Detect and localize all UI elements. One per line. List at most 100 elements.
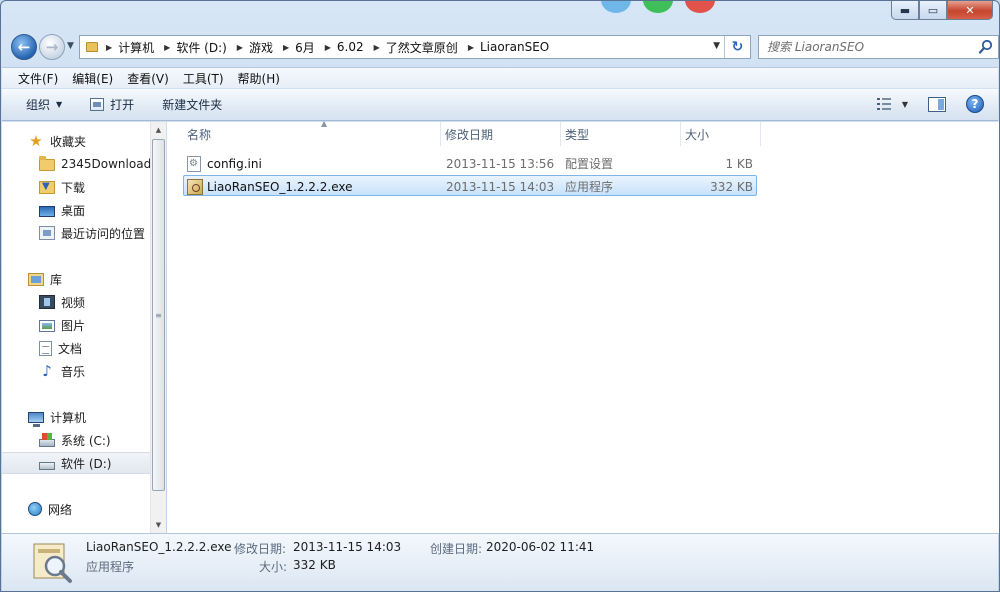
folder-icon [86,42,98,52]
file-row-selected[interactable]: LiaoRanSEO_1.2.2.2.exe 2013-11-15 14:03 … [183,175,757,196]
nav-libraries[interactable]: 库 [2,268,150,290]
details-filetype: 应用程序 [86,560,135,574]
nav-item-pictures[interactable]: 图片 [2,314,150,336]
nav-label: 桌面 [61,203,86,218]
folder-icon [39,156,55,171]
breadcrumb-item[interactable]: ▶ 游戏 [235,39,281,56]
nav-label: 计算机 [50,410,87,425]
nav-item-recent-places[interactable]: 最近访问的位置 [2,222,150,244]
forward-button[interactable]: → [39,34,65,60]
breadcrumb-item[interactable]: ▶ 了然文章原创 [372,39,466,56]
scrollbar-thumb[interactable]: ≡ [152,139,165,491]
scroll-up-icon[interactable]: ▲ [151,122,166,138]
change-view-icon[interactable] [876,97,892,111]
file-type: 应用程序 [565,180,614,194]
nav-label: 下载 [61,180,86,195]
nav-item-drive-c[interactable]: 系统 (C:) [2,429,150,451]
column-headers: 名称 ▲ 修改日期 类型 大小 [183,119,999,146]
music-icon: ♪ [42,362,52,380]
explorer-window: ▬ ▭ ✕ ← → ▼ ▶ 计算机 ▶ 软件 (D:) ▶ 游戏 ▶ 6月 ▶ 6.02 … [0,0,1000,592]
file-date: 2013-11-15 13:56 [446,156,555,171]
new-folder-label: 新建文件夹 [162,98,223,112]
breadcrumb-item[interactable]: ▶ 计算机 [104,39,162,56]
chevron-down-icon: ▼ [56,100,63,109]
nav-item-desktop[interactable]: 桌面 [2,199,150,221]
nav-label: 系统 (C:) [61,433,111,448]
close-icon: ✕ [965,3,975,17]
navigation-scrollbar[interactable]: ▲ ≡ ▼ [150,122,166,533]
library-icon [28,272,44,286]
search-input[interactable] [767,37,977,57]
new-folder-button[interactable]: 新建文件夹 [162,96,222,113]
nav-item-2345downloads[interactable]: 2345Downloads [2,153,150,175]
breadcrumb-label: 游戏 [248,40,273,55]
column-header-label: 修改日期 [445,127,494,142]
minimize-icon: ▬ [899,3,911,17]
column-header-label: 类型 [565,127,590,142]
breadcrumb-label: 软件 (D:) [176,40,227,55]
minimize-button[interactable]: ▬ [891,1,919,20]
breadcrumb-item[interactable]: ▶ 软件 (D:) [162,39,235,56]
refresh-icon: ↻ [731,39,744,55]
search-box[interactable] [758,35,999,59]
desktop-icon [39,205,55,217]
breadcrumb-item[interactable]: ▶ 6.02 [323,40,372,54]
breadcrumb-label: 计算机 [118,40,155,55]
nav-item-drive-d[interactable]: 软件 (D:) [2,452,150,474]
menu-file[interactable]: 文件(F) [18,70,58,87]
refresh-button[interactable]: ↻ [724,36,750,58]
menu-edit[interactable]: 编辑(E) [72,70,113,87]
nav-item-music[interactable]: ♪ 音乐 [2,360,150,382]
background-decoration [601,1,631,13]
title-bar: ▬ ▭ ✕ [1,1,999,29]
nav-item-downloads[interactable]: 下载 [2,176,150,198]
nav-label: 图片 [61,318,86,333]
menu-help[interactable]: 帮助(H) [238,70,280,87]
details-size-label: 大小: [259,560,288,574]
computer-icon [28,412,44,427]
history-dropdown[interactable]: ▼ [67,41,74,51]
column-header-name[interactable]: 名称 ▲ [183,119,441,146]
nav-label: 音乐 [61,364,86,379]
preview-pane-icon[interactable] [928,96,946,112]
menu-tools[interactable]: 工具(T) [183,70,224,87]
file-row[interactable]: config.ini 2013-11-15 13:56 配置设置 1 KB [183,153,757,174]
nav-item-videos[interactable]: 视频 [2,291,150,313]
view-options-dropdown[interactable]: ▼ [902,100,908,109]
address-bar[interactable]: ▶ 计算机 ▶ 软件 (D:) ▶ 游戏 ▶ 6月 ▶ 6.02 ▶ 了然文章原创 ▶ Lia… [79,35,751,59]
nav-network[interactable]: 网络 [2,498,150,520]
organize-label: 组织 [26,98,51,112]
address-history-dropdown[interactable]: ▼ [713,41,720,51]
column-header-label: 大小 [685,127,710,142]
nav-favorites[interactable]: ★ 收藏夹 [2,130,150,152]
file-name: LiaoRanSEO_1.2.2.2.exe [207,179,353,194]
breadcrumb-label: 6月 [295,40,315,55]
breadcrumb-item[interactable]: ▶ LiaoranSEO [466,40,557,54]
system-drive-icon [39,433,55,447]
chevron-right-icon: ▶ [324,42,331,52]
organize-button[interactable]: 组织 ▼ [26,96,62,113]
arrow-right-icon: → [45,38,59,56]
nav-item-documents[interactable]: 文档 [2,337,150,359]
nav-computer[interactable]: 计算机 [2,406,150,428]
column-header-date[interactable]: 修改日期 [441,122,561,146]
breadcrumb-item[interactable]: ▶ 6月 [281,39,323,56]
nav-label: 文档 [58,341,83,356]
background-decoration [685,1,715,13]
details-modified-label: 修改日期: [234,542,287,556]
help-icon[interactable]: ? [966,95,984,113]
open-button[interactable]: 打开 [90,96,134,113]
document-icon [39,340,52,356]
back-button[interactable]: ← [11,34,37,60]
file-name-cell: config.ini [187,153,262,174]
chevron-right-icon: ▶ [467,42,474,52]
column-header-size[interactable]: 大小 [681,122,761,146]
maximize-button[interactable]: ▭ [919,1,947,20]
scroll-down-icon[interactable]: ▼ [151,517,166,533]
menu-view[interactable]: 查看(V) [127,70,169,87]
drive-icon [39,461,55,470]
search-icon[interactable] [978,39,994,55]
column-header-type[interactable]: 类型 [561,122,681,146]
close-button[interactable]: ✕ [947,1,993,20]
file-list-pane: 名称 ▲ 修改日期 类型 大小 config.ini 2013-11-15 13:… [167,119,999,533]
